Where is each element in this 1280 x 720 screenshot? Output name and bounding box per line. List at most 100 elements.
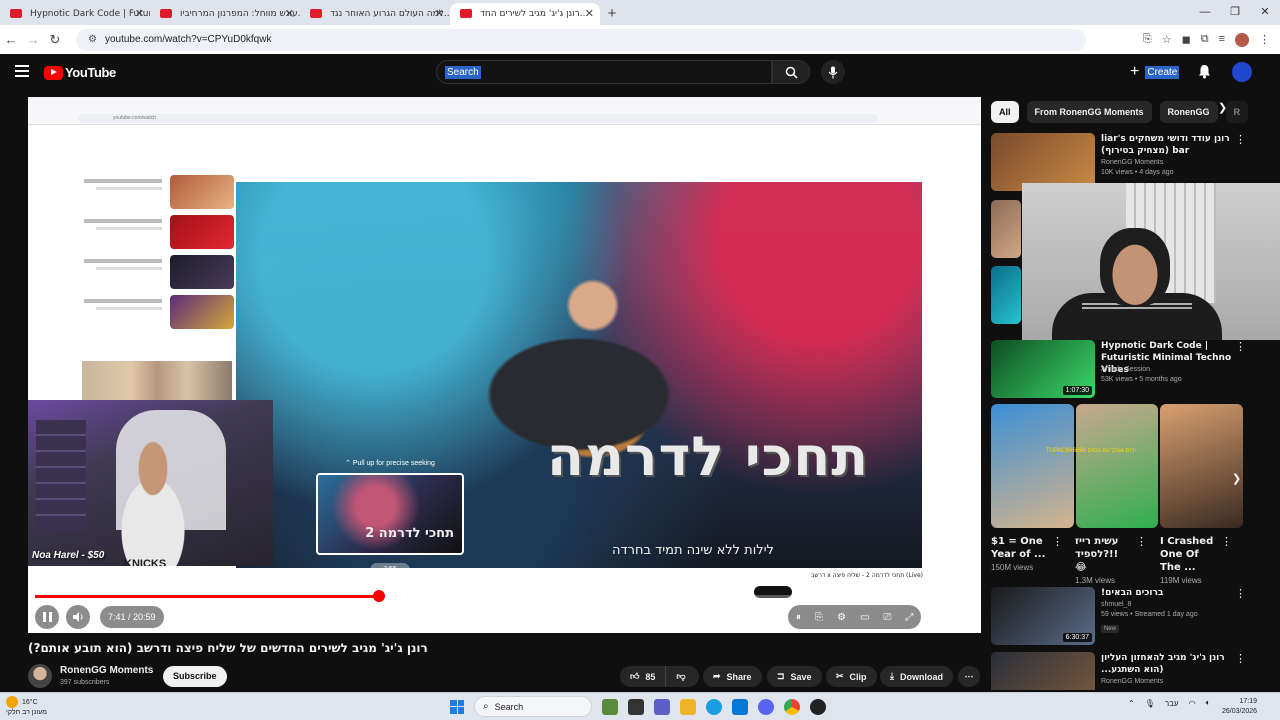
search-button[interactable] (772, 60, 810, 84)
short-thumbnail[interactable] (991, 404, 1074, 528)
browser-menu-icon[interactable]: ⋮ (1259, 33, 1270, 47)
forward-icon[interactable]: → (22, 32, 44, 47)
close-tab-icon[interactable]: ✕ (435, 7, 444, 20)
cover-art-subtitle: לילות ללא שינה תמיד בחרדה (612, 543, 774, 558)
time-display: 7:41 / 20:59 (100, 606, 164, 628)
edge-app-icon[interactable] (706, 698, 722, 715)
progress-bar[interactable] (35, 590, 973, 602)
more-vertical-icon[interactable]: ⋮ (1136, 535, 1147, 548)
maximize-icon[interactable]: ❐ (1220, 0, 1250, 25)
youtube-logo[interactable]: YouTube (44, 65, 116, 80)
wifi-icon[interactable]: ◠ (1189, 699, 1196, 708)
save-button[interactable]: ⊐ Save (767, 666, 822, 687)
media-control-icon[interactable]: ≡ (1219, 33, 1225, 47)
fullscreen-icon[interactable]: ⤢ (905, 612, 913, 623)
browser-tab[interactable]: Hypnotic Dark Code | Futuristi✕ (0, 3, 150, 25)
clip-button[interactable]: ✂ Clip (826, 666, 877, 687)
address-bar[interactable]: ⚙ youtube.com/watch?v=CPYuD0kfqwk (76, 28, 1086, 51)
related-video[interactable]: רונן ג'יג' מגיב להאחזון העליון (הוא השתג… (991, 652, 1255, 690)
more-vertical-icon[interactable]: ⋮ (1221, 535, 1232, 548)
minecraft-app-icon[interactable] (602, 698, 618, 715)
speaker-icon[interactable]: 🔈︎ (1206, 698, 1211, 708)
short-title: עשית רייז !!?לספיד 😂 (1075, 536, 1119, 573)
profile-avatar[interactable] (1235, 32, 1249, 47)
video-player[interactable]: youtube.com/watch תחכי לדרמה לילות ללא ש… (28, 97, 981, 633)
plus-icon: + (1130, 63, 1140, 80)
settings-icon[interactable]: ⚙ (837, 612, 846, 623)
close-tab-icon[interactable]: ✕ (135, 7, 144, 20)
obs-app-icon[interactable] (810, 698, 826, 715)
minimize-icon[interactable]: — (1190, 0, 1220, 25)
tray-chevron-icon[interactable]: ⌃ (1128, 699, 1135, 708)
like-button[interactable]: 👍︎ 85 (620, 666, 667, 687)
bookmark-star-icon[interactable]: ☆ (1162, 33, 1172, 47)
miniplayer-icon[interactable]: ▭ (860, 612, 869, 623)
channel-name[interactable]: RonenGG Moments (60, 665, 153, 676)
more-vertical-icon[interactable]: ⋮ (1235, 340, 1246, 353)
create-button[interactable]: + Create (1130, 62, 1180, 82)
puzzle-icon[interactable]: ⧉ (1201, 33, 1209, 47)
account-avatar[interactable] (1232, 62, 1252, 82)
channel-avatar[interactable] (28, 664, 52, 688)
subscribe-button[interactable]: Subscribe (163, 666, 227, 687)
short-info[interactable]: $1 = One Year of ... 150M views ⋮ (991, 535, 1063, 572)
taskbar-clock[interactable]: 17:19 26/03/2026 (1222, 697, 1257, 717)
chip-from-channel[interactable]: From RonenGG Moments (1026, 101, 1152, 123)
short-info[interactable]: I Crashed One Of The ... 119M views ⋮ (1160, 535, 1232, 585)
tray-mic-icon[interactable]: 🎙︎ (1145, 699, 1155, 708)
menu-icon[interactable] (15, 65, 29, 77)
more-vertical-icon[interactable]: ⋮ (1235, 652, 1246, 665)
site-info-icon[interactable]: ⚙ (88, 34, 97, 45)
pause-button[interactable] (35, 605, 59, 629)
search-input[interactable]: Search (436, 60, 772, 84)
notifications-icon[interactable] (1198, 64, 1211, 84)
more-vertical-icon[interactable]: ⋮ (1052, 535, 1063, 548)
download-button[interactable]: ⤓ Download (880, 666, 953, 687)
close-tab-icon[interactable]: ✕ (585, 7, 594, 20)
file-explorer-icon[interactable] (680, 698, 696, 715)
more-actions-button[interactable]: ⋯ (958, 666, 980, 687)
dislike-button[interactable]: 👎︎ (666, 671, 695, 682)
task-view-icon[interactable] (628, 698, 644, 715)
discord-app-icon[interactable] (758, 698, 774, 715)
inner-rec-row (76, 213, 234, 251)
install-app-icon[interactable]: ⎘ (1143, 33, 1152, 47)
share-button[interactable]: ➦ Share (703, 666, 762, 687)
chip-ronengg[interactable]: RonenGG (1159, 101, 1218, 123)
weather-widget[interactable]: 16°C מעונן רב חלקי (6, 696, 47, 717)
short-thumbnail[interactable] (1075, 404, 1159, 528)
browser-tab[interactable]: עוגש מווחל: המפרנון המרחיביו...✕ (150, 3, 300, 25)
browser-tab[interactable]: למה העולם הגרוע האוחר נגד...✕ (300, 3, 450, 25)
close-window-icon[interactable]: ✕ (1250, 0, 1280, 25)
chevron-right-icon[interactable]: ❯ (1232, 472, 1241, 485)
video-thumbnail (991, 200, 1021, 258)
more-horizontal-icon: ⋯ (964, 671, 974, 681)
new-tab-icon[interactable]: + (600, 3, 624, 25)
tray-lang[interactable]: עבר (1165, 699, 1179, 708)
close-tab-icon[interactable]: ✕ (285, 7, 294, 20)
more-vertical-icon[interactable]: ⋮ (1235, 587, 1246, 600)
chevron-right-icon[interactable]: ❯ (1218, 101, 1227, 114)
chip-all[interactable]: All (991, 101, 1019, 123)
extension-icon[interactable]: ◼ (1182, 33, 1191, 47)
taskbar-search[interactable]: ⌕ Search (474, 696, 592, 717)
teams-app-icon[interactable] (654, 698, 670, 715)
related-video[interactable]: 6:30:37 ברוכים הבאים! shmuel_8 59 views … (991, 587, 1255, 645)
cast-icon[interactable]: ⎚ (883, 612, 891, 623)
back-icon[interactable]: ← (0, 32, 22, 47)
autoplay-toggle-icon[interactable]: ⏸ (796, 612, 801, 623)
browser-tab-active[interactable]: רונן ג'יג' מגיב לשירים החד... ✕ (450, 3, 600, 25)
more-vertical-icon[interactable]: ⋮ (1235, 133, 1246, 146)
related-video[interactable]: 1:07:30 Hypnotic Dark Code | Futuristic … (991, 340, 1255, 398)
short-info[interactable]: עשית רייז !!?לספיד 😂 1.3M views ⋮ (1075, 535, 1147, 585)
voice-search-button[interactable] (821, 60, 845, 84)
store-app-icon[interactable] (732, 698, 748, 715)
short-thumbnail[interactable] (1160, 404, 1244, 528)
reload-icon[interactable]: ↻ (44, 32, 66, 48)
chip-more[interactable]: R (1225, 101, 1249, 123)
windows-start-icon[interactable] (450, 699, 464, 714)
subtitles-icon[interactable]: ⎘ (815, 612, 823, 623)
inner-rec-row (76, 293, 234, 331)
volume-button[interactable] (66, 605, 90, 629)
chrome-app-icon[interactable] (784, 698, 800, 715)
